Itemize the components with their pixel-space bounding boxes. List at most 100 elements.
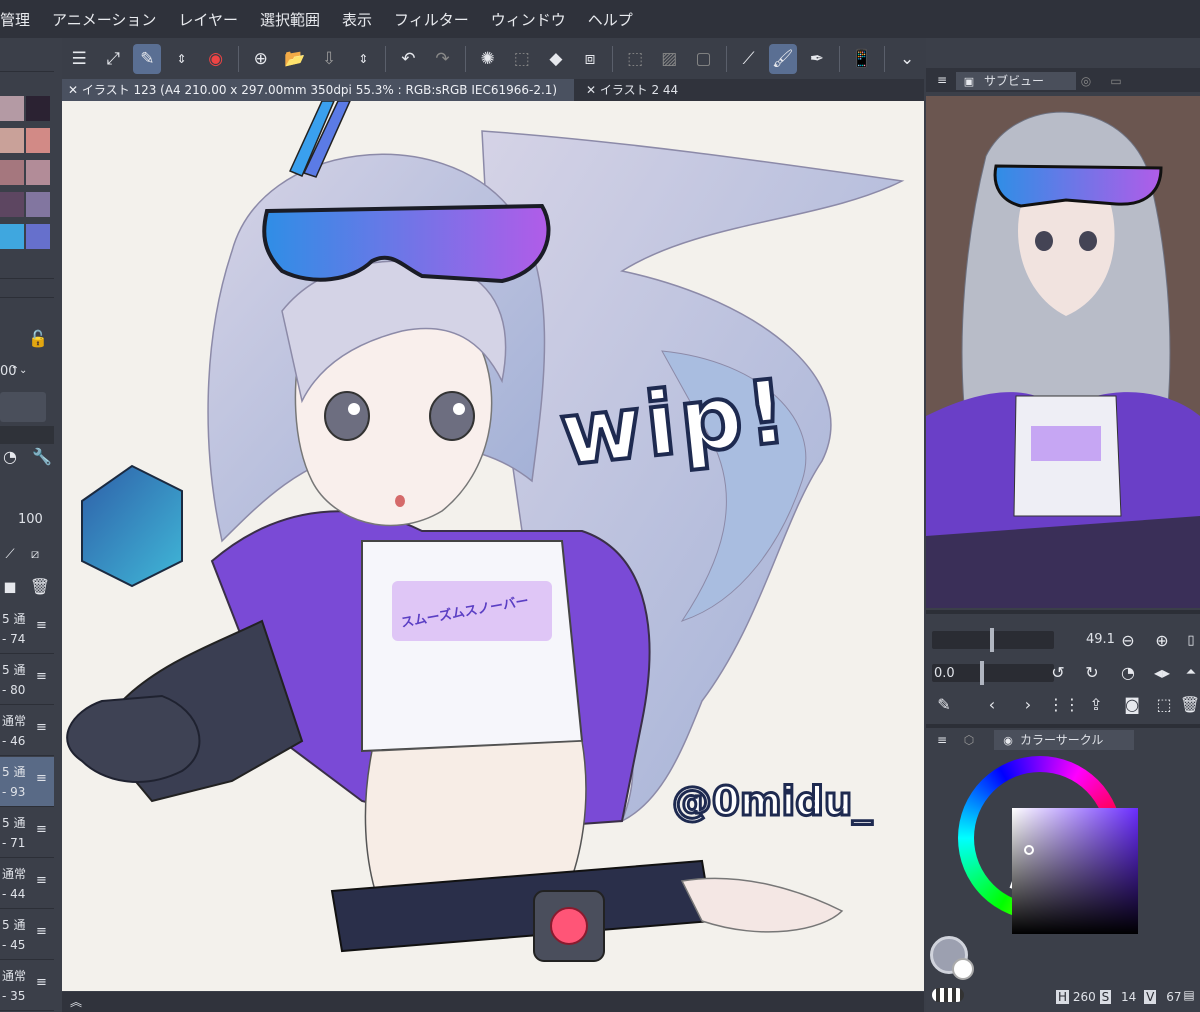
sub-color-swatch[interactable]: [952, 958, 974, 980]
rotate-slider-thumb[interactable]: [980, 661, 984, 685]
zoom-out-icon[interactable]: ⊖: [1118, 630, 1138, 650]
subview-reference-image[interactable]: [926, 96, 1200, 608]
fill-icon[interactable]: ◆: [542, 44, 570, 74]
transparent-color-swatch[interactable]: [932, 988, 964, 1002]
camera-icon[interactable]: ◙: [1122, 694, 1142, 714]
eyedropper-icon[interactable]: ✎: [934, 694, 954, 714]
close-icon[interactable]: ✕: [68, 83, 82, 97]
layer-row[interactable]: 通常 - 35 ≡: [0, 961, 54, 1011]
save-icon[interactable]: ⇩: [315, 44, 343, 74]
color-swatch[interactable]: [26, 160, 50, 185]
undo-icon[interactable]: ↶: [394, 44, 422, 74]
selection-border-icon[interactable]: ▢: [689, 44, 717, 74]
layer-menu-icon[interactable]: ≡: [36, 975, 47, 990]
wrench-icon[interactable]: 🔧: [32, 446, 52, 466]
rotate-left-icon[interactable]: ↺: [1048, 662, 1068, 682]
menu-window[interactable]: ウィンドウ: [491, 9, 566, 30]
layer-row-selected[interactable]: 5 通 - 93 ≡: [0, 757, 54, 807]
layer-row[interactable]: 5 通 - 80 ≡: [0, 655, 54, 705]
color-swatch[interactable]: [0, 96, 24, 121]
loading-icon[interactable]: ✺: [474, 44, 502, 74]
tab-illust-123[interactable]: ✕ イラスト 123 (A4 210.00 x 297.00mm 350dpi …: [62, 79, 574, 101]
blend-mode-select[interactable]: [0, 392, 46, 422]
color-swatch[interactable]: [26, 224, 50, 249]
fit-icon[interactable]: ▯: [1182, 630, 1200, 650]
select-all-icon[interactable]: ⬚: [508, 44, 536, 74]
menu-view[interactable]: 表示: [342, 9, 372, 30]
invert-selection-icon[interactable]: ▨: [655, 44, 683, 74]
trash-icon[interactable]: 🗑: [1180, 694, 1200, 714]
layer-menu-icon[interactable]: ≡: [36, 618, 47, 633]
drawing-canvas[interactable]: wip! @0midu_ スムーズムスノーバー: [62, 101, 924, 991]
color-set-tab-icon[interactable]: ⬡: [958, 732, 980, 748]
resize-icon[interactable]: ⤢: [99, 44, 127, 74]
next-image-icon[interactable]: ›: [1018, 694, 1038, 714]
zoom-in-icon[interactable]: ⊕: [1152, 630, 1172, 650]
eyedropper-brush-icon[interactable]: ✎: [133, 44, 162, 74]
menu-animation[interactable]: アニメーション: [52, 9, 156, 30]
layer-menu-icon[interactable]: ≡: [36, 873, 47, 888]
layer-row[interactable]: 通常 - 46 ≡: [0, 706, 54, 756]
chevron-down-icon[interactable]: ⌄: [893, 44, 921, 74]
lock-icon[interactable]: 🔓: [28, 328, 48, 348]
color-swatch[interactable]: [0, 224, 24, 249]
panel-menu-icon[interactable]: ≡: [934, 72, 950, 88]
panel-menu-icon[interactable]: ≡: [934, 732, 950, 748]
reference-layer-icon[interactable]: ⧄: [22, 544, 48, 564]
new-canvas-icon[interactable]: ⊕: [247, 44, 275, 74]
layer-menu-icon[interactable]: ≡: [36, 720, 47, 735]
record-icon[interactable]: ◉: [202, 44, 230, 74]
layer-row[interactable]: 通常 - 44 ≡: [0, 859, 54, 909]
trash-icon[interactable]: 🗑: [30, 576, 50, 596]
zoom-slider[interactable]: [932, 628, 1054, 652]
pin-icon[interactable]: ⬚: [1154, 694, 1174, 714]
color-swatch[interactable]: [26, 96, 50, 121]
open-folder-icon[interactable]: 📂: [281, 44, 309, 74]
layer-tab-icon[interactable]: ▭: [1106, 72, 1126, 90]
layer-menu-icon[interactable]: ≡: [36, 669, 47, 684]
rotate-right-icon[interactable]: ↻: [1082, 662, 1102, 682]
flip-horizontal-icon[interactable]: ◂▸: [1152, 662, 1172, 682]
reset-rotation-icon[interactable]: ◔: [1118, 662, 1138, 682]
chevron-up-icon[interactable]: ︽: [70, 995, 82, 1009]
color-swatch[interactable]: [26, 192, 50, 217]
menu-selection[interactable]: 選択範囲: [260, 9, 320, 30]
compass-icon[interactable]: ◔: [0, 446, 20, 466]
color-mode-icon[interactable]: ▤: [1180, 986, 1198, 1004]
ruler-pen-icon[interactable]: ✒: [803, 44, 831, 74]
grid-icon[interactable]: ⋮⋮: [1048, 694, 1080, 714]
layer-menu-icon[interactable]: ≡: [36, 822, 47, 837]
saturation-value-square[interactable]: [1012, 808, 1138, 934]
layer-row[interactable]: 5 通 - 74 ≡: [0, 604, 54, 654]
color-picker-marker[interactable]: [1024, 845, 1034, 855]
menu-help[interactable]: ヘルプ: [588, 9, 633, 30]
menu-manage[interactable]: 管理: [0, 9, 30, 30]
close-icon[interactable]: ✕: [586, 83, 600, 97]
ruler-line-icon[interactable]: ⟋: [735, 44, 763, 74]
color-swatch[interactable]: [26, 128, 50, 153]
menu-filter[interactable]: フィルター: [394, 9, 469, 30]
color-swatch[interactable]: [0, 160, 24, 185]
clip-layer-icon[interactable]: ⟋: [0, 544, 20, 564]
layer-row[interactable]: 5 通 - 45 ≡: [0, 910, 54, 960]
color-swatch[interactable]: [0, 128, 24, 153]
flip-vertical-icon[interactable]: ⏶: [1182, 662, 1200, 682]
up-down-icon[interactable]: ⇕: [167, 44, 195, 74]
navigator-tab-icon[interactable]: ◎: [1076, 72, 1096, 90]
redo-icon[interactable]: ↷: [428, 44, 456, 74]
smartphone-icon[interactable]: 📱: [848, 44, 876, 74]
ruler-brush-icon[interactable]: 🖌: [768, 44, 797, 74]
menu-icon[interactable]: ☰: [65, 44, 93, 74]
tab-illust-2[interactable]: ✕ イラスト 2 44: [580, 79, 684, 101]
layer-menu-icon[interactable]: ≡: [36, 771, 47, 786]
import-image-icon[interactable]: ⇪: [1086, 694, 1106, 714]
color-swatch[interactable]: [0, 192, 24, 217]
stepper-icon[interactable]: ⌃⌄: [11, 360, 28, 380]
deselect-icon[interactable]: ⬚: [621, 44, 649, 74]
menu-layer[interactable]: レイヤー: [178, 9, 238, 30]
transform-icon[interactable]: ⧈: [576, 44, 604, 74]
layer-menu-icon[interactable]: ≡: [36, 924, 47, 939]
mask-icon[interactable]: ◼: [0, 576, 20, 596]
layer-row[interactable]: 5 通 - 71 ≡: [0, 808, 54, 858]
stepper-icon[interactable]: ⇕: [349, 44, 377, 74]
